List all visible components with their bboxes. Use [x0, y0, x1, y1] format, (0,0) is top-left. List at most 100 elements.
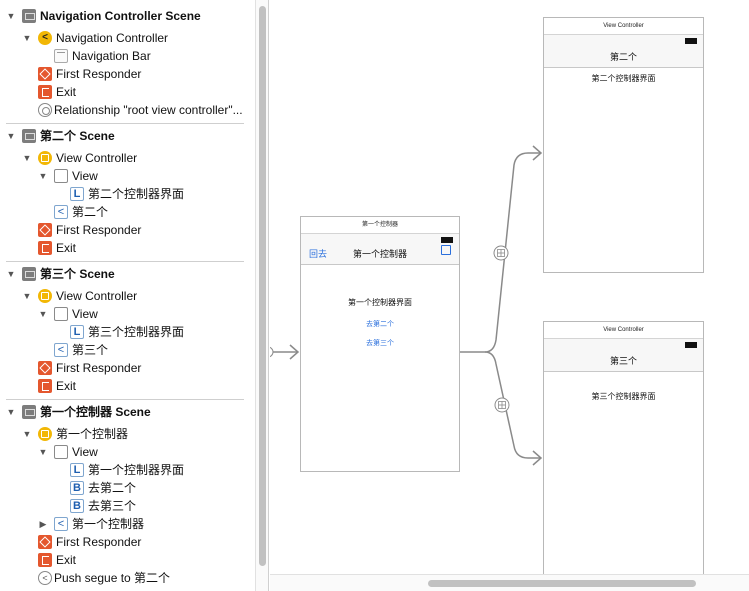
view-controller-icon — [38, 289, 52, 303]
outline-item-label[interactable]: L 第三个控制器界面 — [0, 323, 250, 341]
item-label: Relationship "root view controller"... — [54, 103, 243, 117]
item-label: Exit — [56, 241, 77, 255]
item-label: 第一个控制器 — [72, 517, 145, 531]
first-responder-icon — [38, 67, 52, 81]
disclosure-triangle-icon[interactable]: ▼ — [6, 265, 16, 283]
first-responder-icon — [38, 361, 52, 375]
outline-item-navigation-item[interactable]: ▶ < 第一个控制器 — [0, 515, 250, 533]
view-controller-icon — [38, 427, 52, 441]
item-label: Navigation Controller — [56, 31, 169, 45]
view-icon — [54, 307, 68, 321]
item-label: View Controller — [56, 289, 138, 303]
canvas-horizontal-scrollbar[interactable] — [270, 574, 749, 591]
outline-item-navigation-item[interactable]: < 第二个 — [0, 203, 250, 221]
outline-item-exit[interactable]: Exit — [0, 239, 250, 257]
item-label: View — [72, 445, 98, 459]
divider — [6, 399, 244, 400]
label-icon: L — [70, 463, 84, 477]
item-label: First Responder — [56, 67, 142, 81]
outline-item-view-controller[interactable]: ▼ View Controller — [0, 149, 250, 167]
exit-icon — [38, 241, 52, 255]
outline-item-button-second[interactable]: B 去第二个 — [0, 479, 250, 497]
push-segue-to-third[interactable] — [484, 351, 543, 466]
outline-vertical-scrollbar[interactable] — [255, 0, 269, 591]
button-icon: B — [70, 499, 84, 513]
navigation-item-icon: < — [54, 517, 68, 531]
outline-scene-second[interactable]: ▼ 第二个 Scene — [0, 127, 250, 145]
outline-item-label[interactable]: L 第二个控制器界面 — [0, 185, 250, 203]
item-label: 去第二个 — [88, 481, 137, 495]
disclosure-triangle-icon[interactable]: ▼ — [22, 29, 32, 47]
navigation-item-icon: < — [54, 205, 68, 219]
outline-item-exit[interactable]: Exit — [0, 83, 250, 101]
outline-item-push-segue[interactable]: < Push segue to 第二个 — [0, 569, 250, 587]
exit-icon — [38, 379, 52, 393]
outline-item-first-responder[interactable]: First Responder — [0, 359, 250, 377]
item-label: View — [72, 307, 98, 321]
push-segue-to-second[interactable] — [460, 145, 543, 353]
disclosure-triangle-collapsed-icon[interactable]: ▶ — [38, 515, 48, 533]
button-icon: B — [70, 481, 84, 495]
outline-item-view-controller[interactable]: ▼ 第一个控制器 — [0, 425, 250, 443]
scene-icon — [22, 405, 36, 419]
first-responder-icon — [38, 223, 52, 237]
disclosure-triangle-icon[interactable]: ▼ — [6, 127, 16, 145]
outline-item-view[interactable]: ▼ View — [0, 167, 250, 185]
outline-item-relationship[interactable]: Relationship "root view controller"... — [0, 101, 250, 119]
document-outline: ▼ Navigation Controller Scene ▼ < Naviga… — [0, 0, 255, 591]
outline-item-exit[interactable]: Exit — [0, 551, 250, 569]
outline-scene-navigation-controller[interactable]: ▼ Navigation Controller Scene — [0, 7, 250, 25]
outline-scene-first[interactable]: ▼ 第一个控制器 Scene — [0, 403, 250, 421]
disclosure-triangle-icon[interactable]: ▼ — [22, 287, 32, 305]
exit-icon — [38, 85, 52, 99]
label-icon: L — [70, 187, 84, 201]
view-icon — [54, 169, 68, 183]
outline-item-label[interactable]: L 第一个控制器界面 — [0, 461, 250, 479]
outline-item-navigation-bar[interactable]: Navigation Bar — [0, 47, 250, 65]
disclosure-triangle-icon[interactable]: ▼ — [22, 425, 32, 443]
item-label: Exit — [56, 85, 77, 99]
navigation-item-icon: < — [54, 343, 68, 357]
disclosure-triangle-icon[interactable]: ▼ — [6, 403, 16, 421]
disclosure-triangle-icon[interactable]: ▼ — [38, 305, 48, 323]
outline-item-view-controller[interactable]: ▼ View Controller — [0, 287, 250, 305]
scene-icon — [22, 267, 36, 281]
item-label: Navigation Bar — [72, 49, 151, 63]
outline-item-view[interactable]: ▼ View — [0, 443, 250, 461]
label-icon: L — [70, 325, 84, 339]
item-label: First Responder — [56, 535, 142, 549]
first-responder-icon — [38, 535, 52, 549]
push-segue-icon: < — [38, 571, 52, 585]
outline-item-first-responder[interactable]: First Responder — [0, 221, 250, 239]
item-label: First Responder — [56, 223, 142, 237]
initial-entry-arrow[interactable] — [270, 344, 300, 360]
outline-item-first-responder[interactable]: First Responder — [0, 533, 250, 551]
outline-item-view[interactable]: ▼ View — [0, 305, 250, 323]
item-label: 去第三个 — [88, 499, 137, 513]
scene-title: Navigation Controller Scene — [40, 9, 201, 23]
disclosure-triangle-icon[interactable]: ▼ — [6, 7, 16, 25]
scrollbar-thumb[interactable] — [428, 580, 696, 587]
item-label: 第三个 — [72, 343, 109, 357]
outline-scene-third[interactable]: ▼ 第三个 Scene — [0, 265, 250, 283]
item-label: 第二个 — [72, 205, 109, 219]
item-label: Push segue to 第二个 — [54, 571, 171, 585]
scrollbar-thumb[interactable] — [259, 6, 266, 566]
disclosure-triangle-icon[interactable]: ▼ — [38, 167, 48, 185]
outline-item-navigation-item[interactable]: < 第三个 — [0, 341, 250, 359]
outline-item-exit[interactable]: Exit — [0, 377, 250, 395]
navigation-controller-icon: < — [38, 31, 52, 45]
scene-icon — [22, 9, 36, 23]
disclosure-triangle-icon[interactable]: ▼ — [38, 443, 48, 461]
exit-icon — [38, 553, 52, 567]
outline-item-first-responder[interactable]: First Responder — [0, 65, 250, 83]
outline-item-navigation-controller[interactable]: ▼ < Navigation Controller — [0, 29, 250, 47]
view-icon — [54, 445, 68, 459]
item-label: 第一个控制器 — [56, 427, 129, 441]
outline-item-button-third[interactable]: B 去第三个 — [0, 497, 250, 515]
view-controller-icon — [38, 151, 52, 165]
scene-title: 第一个控制器 Scene — [40, 405, 151, 419]
disclosure-triangle-icon[interactable]: ▼ — [22, 149, 32, 167]
scene-icon — [22, 129, 36, 143]
item-label: 第二个控制器界面 — [88, 187, 185, 201]
